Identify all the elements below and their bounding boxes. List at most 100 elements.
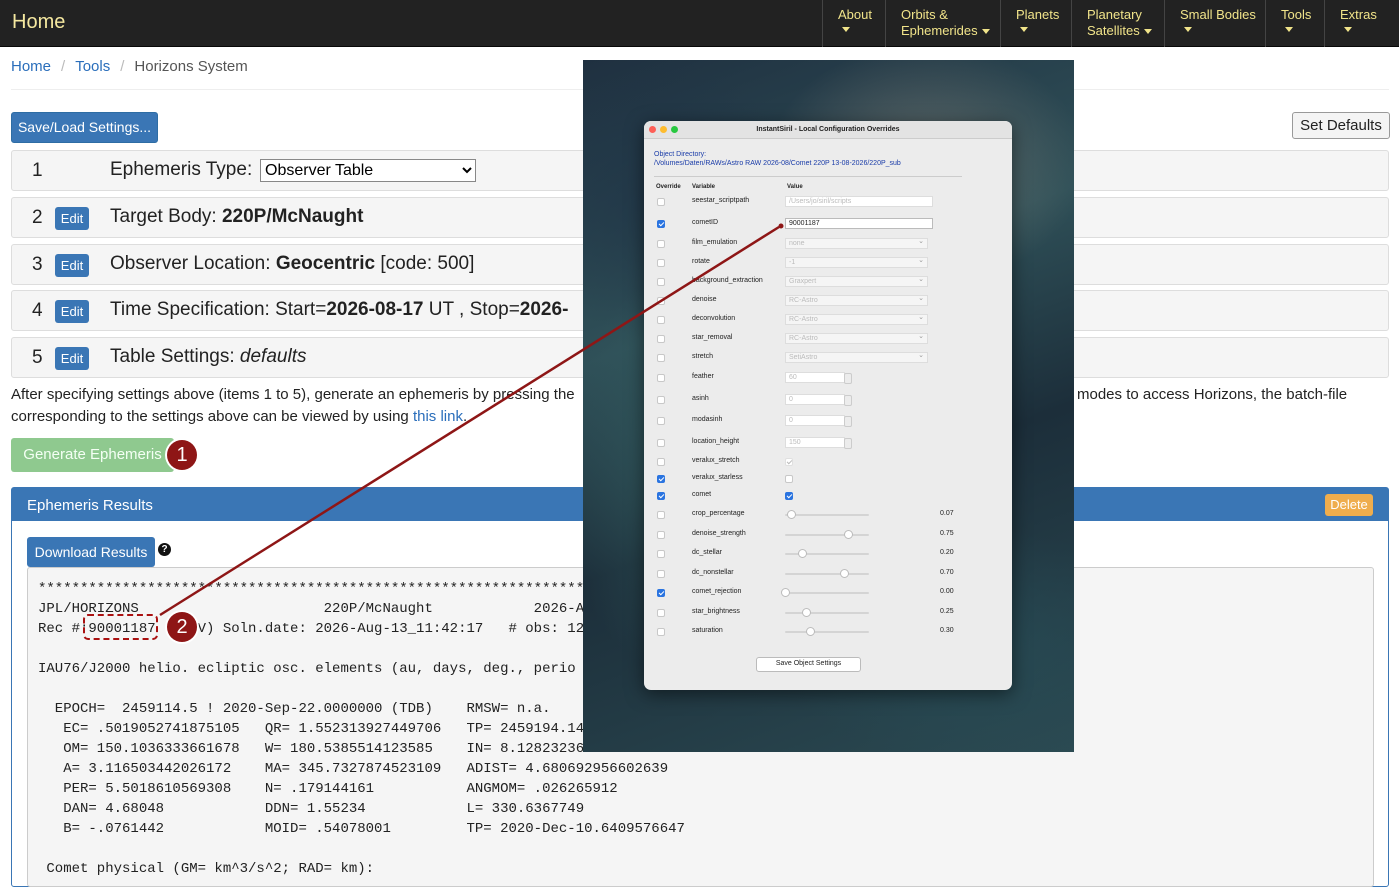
help-icon[interactable]: ?	[158, 543, 171, 556]
override-checkbox[interactable]	[657, 589, 665, 597]
value-number-stepper[interactable]: 0	[785, 415, 852, 427]
override-checkbox[interactable]	[657, 550, 665, 558]
slider-knob[interactable]	[786, 510, 796, 519]
minimize-window-icon[interactable]	[660, 126, 667, 133]
override-checkbox[interactable]	[657, 458, 665, 466]
override-checkbox[interactable]	[657, 396, 665, 404]
override-checkbox[interactable]	[657, 439, 665, 447]
generate-ephemeris-button[interactable]: Generate Ephemeris	[11, 438, 174, 472]
value-slider[interactable]	[785, 608, 869, 617]
output-line: IAU76/J2000 helio. ecliptic osc. element…	[38, 661, 576, 677]
override-checkbox[interactable]	[657, 492, 665, 500]
set-defaults-button[interactable]: Set Defaults	[1292, 112, 1390, 139]
setting-label: Time Specification: Start=	[110, 299, 327, 320]
nav-extras[interactable]: Extras	[1324, 0, 1399, 47]
nav-planets[interactable]: Planets	[1000, 0, 1072, 47]
override-checkbox[interactable]	[657, 475, 665, 483]
value-number-stepper[interactable]: 150	[785, 437, 852, 449]
nav-small-bodies-label: Small Bodies	[1180, 7, 1256, 22]
ephemeris-type-select[interactable]: Observer Table	[260, 159, 476, 182]
override-checkbox[interactable]	[657, 354, 665, 362]
slider-knob[interactable]	[797, 549, 807, 558]
value-slider[interactable]	[781, 588, 869, 597]
value-number-stepper[interactable]: 0	[785, 394, 852, 406]
value-slider[interactable]	[785, 569, 869, 578]
override-checkbox[interactable]	[657, 198, 665, 206]
setting-text: Time Specification: Start=2026-08-17 UT …	[110, 299, 568, 321]
variable-name: crop_percentage	[692, 510, 745, 517]
object-directory-label: Object Directory:	[654, 151, 707, 158]
value-text-input[interactable]: 90001187	[785, 218, 933, 229]
breadcrumb-home[interactable]: Home	[11, 58, 51, 75]
nav-satellites-label: Planetary	[1087, 7, 1142, 22]
value-slider[interactable]	[785, 510, 869, 519]
edit-time-button[interactable]: Edit	[55, 300, 89, 323]
close-window-icon[interactable]	[649, 126, 656, 133]
value-number-stepper[interactable]: 60	[785, 372, 852, 384]
value-slider[interactable]	[785, 549, 869, 558]
value-checkbox[interactable]	[785, 475, 793, 483]
override-checkbox[interactable]	[657, 609, 665, 617]
override-checkbox[interactable]	[657, 316, 665, 324]
variable-name: veralux_starless	[692, 474, 743, 481]
setting-number: 2	[32, 207, 43, 228]
override-checkbox[interactable]	[657, 278, 665, 286]
variable-name: star_removal	[692, 334, 733, 341]
location-code: [code: 500]	[380, 253, 475, 274]
value-select[interactable]: RC-Astro	[785, 294, 928, 306]
value-text-input[interactable]: /Users/jo/siril/scripts	[785, 196, 933, 207]
value-select[interactable]: RC-Astro	[785, 313, 928, 325]
variable-name: dc_stellar	[692, 549, 722, 556]
value-select[interactable]: RC-Astro	[785, 332, 928, 344]
variable-name: star_brightness	[692, 608, 740, 615]
edit-table-button[interactable]: Edit	[55, 347, 89, 370]
value-slider[interactable]	[785, 530, 869, 539]
override-checkbox[interactable]	[657, 628, 665, 636]
override-checkbox[interactable]	[657, 374, 665, 382]
variable-name: feather	[692, 373, 714, 380]
batch-file-link[interactable]: this link	[413, 408, 463, 425]
edit-location-button[interactable]: Edit	[55, 254, 89, 277]
setting-number: 4	[32, 300, 43, 321]
override-checkbox[interactable]	[657, 511, 665, 519]
override-checkbox[interactable]	[657, 570, 665, 578]
slider-knob[interactable]	[802, 608, 811, 617]
override-checkbox[interactable]	[657, 531, 665, 539]
slider-knob[interactable]	[844, 530, 853, 539]
marker-badge-1: 1	[167, 440, 197, 470]
nav-planets-label: Planets	[1016, 7, 1060, 22]
value-select[interactable]: -1	[785, 256, 928, 268]
zoom-window-icon[interactable]	[671, 126, 678, 133]
value-select[interactable]: SetiAstro	[785, 351, 928, 363]
nav-orbits[interactable]: Orbits & Ephemerides	[885, 0, 1000, 47]
nav-small-bodies[interactable]: Small Bodies	[1164, 0, 1266, 47]
chevron-down-icon	[1285, 27, 1293, 32]
override-checkbox[interactable]	[657, 335, 665, 343]
nav-about[interactable]: About	[822, 0, 886, 47]
download-results-button[interactable]: Download Results	[27, 537, 155, 567]
slider-knob[interactable]	[839, 569, 849, 578]
delete-button[interactable]: Delete	[1325, 494, 1373, 516]
override-checkbox[interactable]	[657, 417, 665, 425]
value-select[interactable]: Graxpert	[785, 275, 928, 287]
brand-home-link[interactable]: Home	[12, 11, 65, 34]
nav-tools[interactable]: Tools	[1265, 0, 1325, 47]
breadcrumb-tools[interactable]: Tools	[75, 58, 110, 75]
override-checkbox[interactable]	[657, 259, 665, 267]
nav-satellites[interactable]: Planetary Satellites	[1071, 0, 1165, 47]
slider-knob[interactable]	[781, 588, 790, 597]
slider-value: 0.25	[940, 608, 954, 615]
edit-target-button[interactable]: Edit	[55, 207, 89, 230]
chevron-down-icon	[1344, 27, 1352, 32]
slider-knob[interactable]	[806, 627, 816, 636]
value-checkbox[interactable]	[785, 492, 793, 500]
value-checkbox[interactable]	[785, 458, 793, 466]
override-checkbox[interactable]	[657, 220, 665, 228]
save-object-settings-button[interactable]: Save Object Settings	[756, 657, 861, 672]
value-slider[interactable]	[785, 627, 869, 636]
highlight-rec-number	[83, 614, 158, 640]
override-checkbox[interactable]	[657, 297, 665, 305]
save-load-settings-button[interactable]: Save/Load Settings...	[11, 112, 158, 143]
value-select[interactable]: none	[785, 237, 928, 249]
override-checkbox[interactable]	[657, 240, 665, 248]
